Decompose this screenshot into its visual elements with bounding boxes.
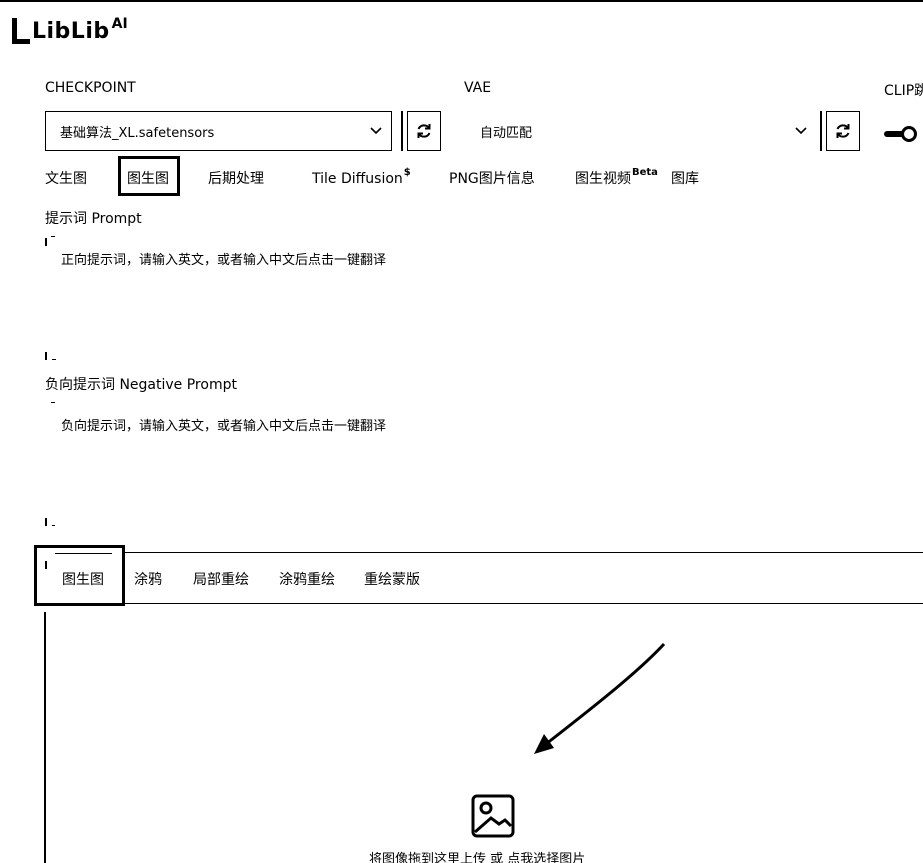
- liblib-logo[interactable]: LibLib AI: [10, 14, 128, 44]
- divider: [820, 111, 822, 151]
- subtab-divider: [124, 552, 923, 553]
- resize-handle: [52, 525, 55, 526]
- resize-handle: [45, 518, 47, 526]
- annotation-arrow: [534, 642, 666, 754]
- subtab-inpaint-sketch[interactable]: 涂鸦重绘: [279, 572, 335, 588]
- subtab-underline: [55, 553, 112, 554]
- app-window: LibLib AI CHECKPOINT VAE CLIP跳 基础算法_XL.s…: [0, 0, 923, 863]
- image-upload-icon[interactable]: [471, 794, 515, 838]
- tab-gallery[interactable]: 图库: [671, 171, 699, 187]
- checkpoint-label: CHECKPOINT: [45, 80, 136, 96]
- clip-label: CLIP跳: [884, 83, 923, 99]
- prompt-input[interactable]: [61, 252, 861, 342]
- tab-tile-diffusion[interactable]: Tile Diffusion$: [312, 167, 411, 187]
- tab-img2img[interactable]: 图生图: [127, 171, 169, 187]
- subtab-inpaint[interactable]: 局部重绘: [193, 572, 249, 588]
- subtab-sketch[interactable]: 涂鸦: [134, 572, 162, 588]
- tab-txt2img[interactable]: 文生图: [45, 171, 87, 187]
- tab-png-info[interactable]: PNG图片信息: [449, 171, 535, 187]
- subtab-img2img[interactable]: 图生图: [62, 572, 104, 588]
- checkpoint-value: 基础算法_XL.safetensors: [60, 125, 215, 141]
- clip-skip-toggle[interactable]: [884, 124, 918, 144]
- chevron-down-icon: [786, 111, 816, 151]
- chevron-down-icon: [361, 111, 391, 151]
- refresh-icon: [836, 124, 850, 138]
- tab-tile-diffusion-label: Tile Diffusion: [312, 171, 403, 187]
- negative-prompt-input[interactable]: [61, 418, 861, 508]
- tab-tile-diffusion-sup: $: [403, 167, 411, 178]
- refresh-icon: [417, 124, 431, 138]
- tab-img2video[interactable]: 图生视频Beta: [575, 167, 658, 187]
- resize-handle: [51, 402, 55, 403]
- tab-img2video-label: 图生视频: [575, 171, 631, 187]
- vae-value: 自动匹配: [480, 125, 533, 141]
- negative-prompt-label: 负向提示词 Negative Prompt: [45, 377, 237, 393]
- vae-refresh-button[interactable]: [826, 111, 860, 151]
- upload-instruction[interactable]: 将图像拖到这里上传 或 点我选择图片: [369, 852, 585, 863]
- resize-handle: [45, 561, 47, 569]
- resize-handle: [51, 236, 55, 237]
- resize-handle: [52, 359, 56, 360]
- resize-handle: [45, 238, 47, 246]
- subtab-inpaint-upload[interactable]: 重绘蒙版: [364, 572, 420, 588]
- resize-handle: [45, 352, 47, 360]
- beta-badge: Beta: [632, 167, 658, 178]
- checkpoint-refresh-button[interactable]: [407, 111, 441, 151]
- top-divider: [0, 0, 923, 2]
- logo-text: LibLib: [32, 19, 110, 44]
- logo-mark-icon: [10, 18, 30, 44]
- divider: [401, 111, 403, 151]
- vae-label: VAE: [464, 80, 492, 96]
- checkpoint-select[interactable]: 基础算法_XL.safetensors: [45, 111, 392, 151]
- logo-sup: AI: [111, 16, 128, 32]
- prompt-label: 提示词 Prompt: [45, 211, 142, 227]
- tab-postprocess[interactable]: 后期处理: [208, 171, 264, 187]
- vae-select[interactable]: 自动匹配: [466, 111, 816, 151]
